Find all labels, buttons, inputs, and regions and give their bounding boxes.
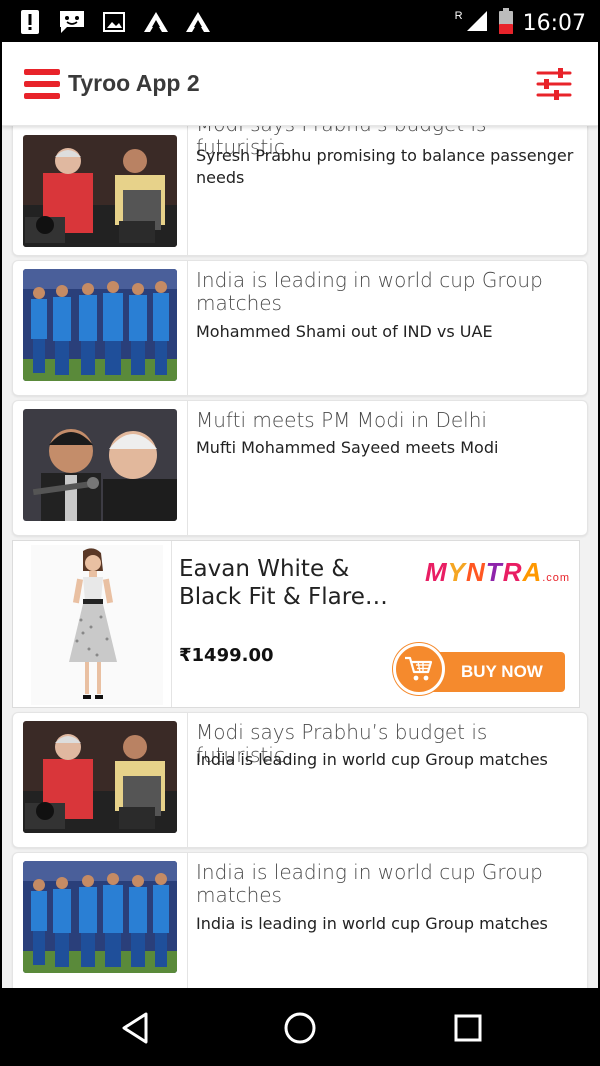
signal-icon (465, 9, 489, 38)
ad-product-title: Eavan White & Black Fit & Flare… (179, 556, 388, 610)
brand-suffix: .com (542, 572, 571, 584)
myntra-logo: MYNTRA.com (425, 557, 571, 587)
article-headline: India is leading in world cup Group matc… (196, 268, 543, 315)
message-notification-icon (58, 9, 86, 35)
shopping-cart-icon (393, 643, 445, 695)
app-bar: Tyroo App 2 (2, 42, 598, 126)
home-circle-icon[interactable] (282, 1010, 318, 1046)
hamburger-menu-icon[interactable] (24, 69, 60, 101)
article-headline: Mufti meets PM Modi in Delhi (196, 408, 487, 432)
article-subline: Mohammed Shami out of IND vs UAE (196, 322, 493, 341)
mufti-photo (23, 409, 177, 521)
politicians-photo (23, 135, 177, 247)
app-screen: R 16:07 Tyroo App 2 futuristic Syresh Pr… (2, 2, 598, 1064)
news-list: Modi says Prabhu's budget is futuristic … (2, 126, 598, 988)
ad-product-price: ₹1499.00 (179, 645, 274, 666)
buy-now-button[interactable]: BUY NOW (393, 643, 567, 695)
article-headline: India is leading in world cup Group matc… (196, 860, 543, 907)
image-notification-icon (100, 9, 128, 35)
back-triangle-icon[interactable] (118, 1010, 154, 1046)
cricket-team-photo (23, 269, 177, 381)
system-navigation-bar (2, 988, 598, 1064)
roaming-indicator: R (454, 9, 463, 22)
app-title: Tyroo App 2 (68, 70, 200, 96)
news-card[interactable]: Modi says Prabhu's budget is futuristic … (12, 126, 588, 256)
news-card[interactable]: India is leading in world cup Group matc… (12, 260, 588, 396)
recents-square-icon[interactable] (450, 1010, 486, 1046)
news-card[interactable]: Mufti meets PM Modi in Delhi Mufti Moham… (12, 400, 588, 536)
article-subline: Mufti Mohammed Sayeed meets Modi (196, 438, 499, 457)
article-subline: India is leading in world cup Group matc… (196, 914, 548, 933)
clock: 16:07 (522, 11, 586, 36)
cricket-team-photo (23, 861, 177, 973)
app-notification-icon (142, 9, 170, 35)
alert-notification-icon (16, 9, 44, 35)
sponsored-ad-card[interactable]: Eavan White & Black Fit & Flare… ₹1499.0… (12, 540, 580, 708)
article-subline: Syresh Prabhu promising to balance passe… (196, 146, 574, 187)
news-card[interactable]: Modi says Prabhu’s budget is futuristic … (12, 712, 588, 848)
article-subline: India is leading in world cup Group matc… (196, 750, 548, 769)
battery-icon (498, 8, 513, 39)
politicians-photo (23, 721, 177, 833)
app-notification-icon (184, 9, 212, 35)
settings-sliders-icon[interactable] (536, 66, 572, 102)
news-card[interactable]: India is leading in world cup Group matc… (12, 852, 588, 988)
dress-product-image (31, 545, 163, 705)
status-bar: R 16:07 (2, 2, 598, 42)
